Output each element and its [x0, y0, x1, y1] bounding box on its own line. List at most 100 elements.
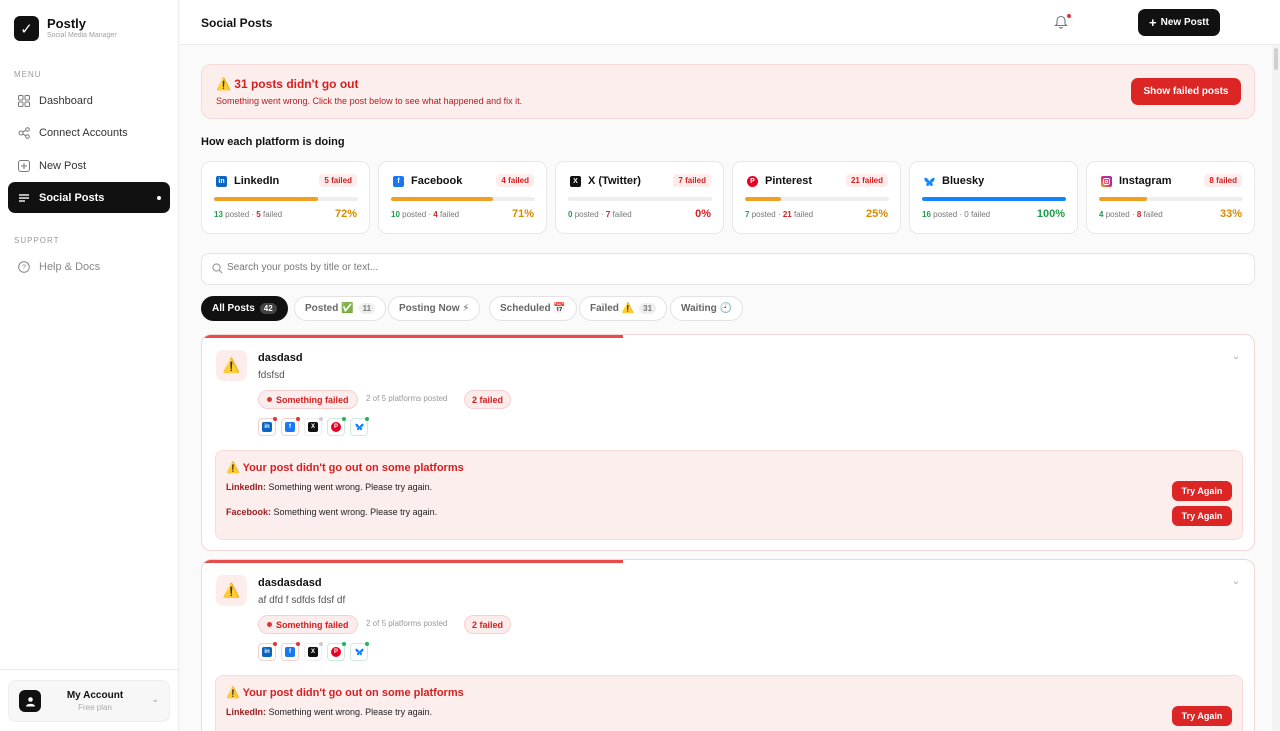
plus-square-icon [18, 159, 30, 172]
error-line-linkedin: LinkedIn: Something went wrong. Please t… [226, 482, 432, 492]
share-icon [18, 126, 30, 139]
x-twitter-icon: X [308, 422, 318, 432]
bluesky-status [350, 417, 369, 436]
status-text: Something failed [276, 619, 349, 630]
show-failed-posts-button[interactable]: Show failed posts [1131, 78, 1241, 105]
warning-icon: ⚠️ [216, 350, 247, 381]
chevron-down-icon[interactable]: ⌄ [1232, 351, 1240, 362]
platform-card-bluesky[interactable]: Bluesky 16 posted · 0 failed 100% [909, 161, 1078, 234]
sidebar-item-social-posts[interactable]: Social Posts [8, 182, 170, 213]
scrollbar-thumb[interactable] [1274, 48, 1278, 70]
error-message: Something went wrong. Please try again. [268, 707, 433, 717]
alert-text: Something went wrong. Click the post bel… [216, 96, 523, 106]
chevron-down-icon[interactable]: ⌄ [1232, 576, 1240, 587]
sidebar-item-label: Connect Accounts [39, 126, 128, 139]
status-dot [342, 642, 346, 646]
failed-badge: 21 failed [845, 174, 888, 187]
tab-waiting[interactable]: Waiting 🕘 [670, 296, 743, 321]
tab-count: 11 [358, 303, 376, 314]
failed-label: failed [612, 210, 632, 219]
platform-card-facebook[interactable]: f Facebook 4 failed 10 posted · 4 failed… [378, 161, 547, 234]
error-platform: LinkedIn: [226, 707, 266, 717]
facebook-status: f [281, 417, 300, 436]
post-body: fdsfsd [258, 370, 285, 381]
account-name: My Account [66, 690, 124, 701]
tab-scheduled[interactable]: Scheduled 📅 [489, 296, 577, 321]
progress-bar [568, 197, 712, 201]
warning-icon: ⚠️ [216, 575, 247, 606]
status-dot [319, 642, 323, 646]
pinterest-icon: P [331, 647, 341, 657]
account-plan: Free plan [78, 703, 112, 712]
facebook-status: f [281, 642, 300, 661]
failed-badge: 7 failed [673, 174, 711, 187]
posted-count: 10 [391, 210, 400, 219]
platform-name: X (Twitter) [588, 175, 641, 187]
alert-title-text: 31 posts didn't go out [234, 77, 359, 91]
error-message: Something went wrong. Please try again. [273, 507, 438, 517]
sidebar-item-new-post[interactable]: New Post [8, 150, 170, 181]
failed-count: 5 [256, 210, 261, 219]
scrollbar-track[interactable] [1272, 45, 1280, 731]
error-details-box: ⚠️ Your post didn't go out on some platf… [215, 675, 1243, 731]
status-dot [365, 642, 369, 646]
search-input[interactable] [227, 262, 1127, 273]
posted-count: 7 [745, 210, 750, 219]
status-badge: Something failed [258, 615, 358, 634]
brand[interactable]: ✓ Postly Social Media Manager [14, 16, 117, 41]
progress-bar [745, 197, 889, 201]
post-body: af dfd f sdfds fdsf df [258, 595, 346, 606]
pinterest-icon: P [331, 422, 341, 432]
platform-name: Facebook [411, 175, 463, 187]
error-platform: Facebook: [226, 507, 272, 517]
progress-fill [922, 197, 1066, 201]
linkedin-icon: in [262, 422, 272, 432]
sidebar-item-connect-accounts[interactable]: Connect Accounts [8, 117, 170, 148]
linkedin-icon: in [262, 647, 272, 657]
warning-icon: ⚠️ [226, 687, 240, 699]
success-percent: 25% [865, 208, 888, 220]
linkedin-status: in [258, 642, 277, 661]
search-icon [212, 263, 223, 277]
sidebar-item-dashboard[interactable]: Dashboard [8, 85, 170, 116]
new-post-button[interactable]: + New Postt [1138, 9, 1220, 36]
tab-all-posts[interactable]: All Posts 42 [201, 296, 288, 321]
try-again-button[interactable]: Try Again [1172, 506, 1232, 526]
failed-badge: 8 failed [1204, 174, 1242, 187]
status-dot [296, 642, 300, 646]
try-again-button[interactable]: Try Again [1172, 706, 1232, 726]
try-again-button[interactable]: Try Again [1172, 481, 1232, 501]
account-switcher[interactable]: My Account Free plan ⌄ [8, 680, 170, 722]
posted-label: posted [225, 210, 250, 219]
notification-dot [1067, 14, 1071, 18]
plus-icon: + [1149, 14, 1157, 30]
platform-stats: 0 posted · 7 failed [568, 210, 632, 219]
platform-card-x-twitter[interactable]: X X (Twitter) 7 failed 0 posted · 7 fail… [555, 161, 724, 234]
error-title-text: Your post didn't go out on some platform… [242, 687, 464, 699]
support-section-label: SUPPORT [14, 236, 60, 245]
facebook-icon: f [393, 176, 404, 187]
sidebar: ✓ Postly Social Media Manager MENU Dashb… [0, 0, 179, 731]
platform-card-pinterest[interactable]: P Pinterest 21 failed 7 posted · 21 fail… [732, 161, 901, 234]
progress-bar [391, 197, 535, 201]
instagram-icon [1101, 176, 1112, 187]
search-bar[interactable] [201, 253, 1255, 285]
tab-posted[interactable]: Posted ✅ 11 [294, 296, 387, 321]
failed-count-badge: 2 failed [464, 615, 512, 634]
failed-label: failed [439, 210, 460, 219]
failed-label: failed [262, 210, 283, 219]
post-card[interactable]: ⚠️ dasdasd fdsfsd ⌄ Something failed 2 o… [201, 334, 1255, 551]
platform-card-instagram[interactable]: Instagram 8 failed 4 posted · 8 failed 3… [1086, 161, 1255, 234]
platform-card-linkedin[interactable]: in LinkedIn 5 failed 13 posted · 5 faile… [201, 161, 370, 234]
tab-failed[interactable]: Failed ⚠️ 31 [579, 296, 668, 321]
sidebar-item-help-docs[interactable]: ? Help & Docs [8, 251, 170, 282]
platform-stats: 7 posted · 21 failed [745, 210, 814, 219]
pinterest-status: P [327, 642, 346, 661]
platforms-section-title: How each platform is doing [201, 136, 345, 148]
tab-posting-now[interactable]: Posting Now ⚡ [388, 296, 481, 321]
platform-status-icons: in f X P [258, 417, 369, 436]
post-progress-bar [202, 335, 623, 338]
post-card[interactable]: ⚠️ dasdasdasd af dfd f sdfds fdsf df ⌄ S… [201, 559, 1255, 731]
error-line-linkedin: LinkedIn: Something went wrong. Please t… [226, 707, 432, 717]
bluesky-status [350, 642, 369, 661]
